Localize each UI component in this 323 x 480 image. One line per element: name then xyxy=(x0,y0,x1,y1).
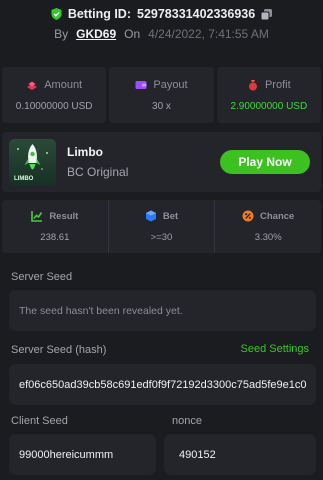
profit-value: 2.90000000 USD xyxy=(230,100,308,112)
result-label-row: Result xyxy=(31,210,78,222)
betting-id-label: Betting ID: xyxy=(67,7,131,21)
payout-value: 30 x xyxy=(152,100,171,112)
profit-stat: Profit 2.90000000 USD xyxy=(216,67,321,123)
play-now-button[interactable]: Play Now xyxy=(220,150,310,174)
bet-label-row: Bet xyxy=(145,210,178,222)
dice-icon xyxy=(145,210,156,222)
wallet-icon xyxy=(135,80,147,89)
bet-header: Betting ID: 52978331402336936 By GKD69 O… xyxy=(0,0,323,41)
payout-label-row: Payout xyxy=(135,78,188,91)
nonce-field[interactable]: 490152 xyxy=(164,434,316,475)
user-link[interactable]: GKD69 xyxy=(76,27,116,41)
result-label: Result xyxy=(49,210,79,222)
client-seed-label: Client Seed xyxy=(11,415,68,427)
game-info: Limbo BC Original xyxy=(67,145,128,179)
server-hash-field[interactable]: ef06c650ad39cb58c691edf0f9f72192d3300c75… xyxy=(9,364,316,405)
bet-stats: Amount 0.10000000 USD Payout 30 x Profit… xyxy=(2,67,321,123)
money-bag-icon xyxy=(248,79,257,90)
thumbnail-word: LIMBO xyxy=(14,175,34,182)
client-seed-field[interactable]: 99000hereicummm xyxy=(9,434,156,475)
seed-settings-link[interactable]: Seed Settings xyxy=(241,343,310,355)
chance-value: 3.30% xyxy=(254,232,282,243)
copy-icon[interactable] xyxy=(261,8,273,20)
profit-label-row: Profit xyxy=(247,79,291,91)
amount-value: 0.10000000 USD xyxy=(15,100,93,112)
game-subtitle: BC Original xyxy=(67,165,129,179)
payout-stat: Payout 30 x xyxy=(109,67,214,123)
chart-icon xyxy=(31,211,43,222)
chance-column: Chance 3.30% xyxy=(215,200,321,253)
bet-date: 4/24/2022, 7:41:55 AM xyxy=(148,27,269,41)
profit-label: Profit xyxy=(264,78,291,91)
server-seed-field: The seed hasn't been revealed yet. xyxy=(9,290,316,331)
amount-stat: Amount 0.10000000 USD xyxy=(2,67,107,123)
bet-column: Bet >=30 xyxy=(109,200,216,253)
payout-label: Payout xyxy=(153,78,188,91)
amount-label: Amount xyxy=(44,78,83,91)
nonce-label: nonce xyxy=(172,415,202,427)
bet-label: Bet xyxy=(162,210,179,222)
chance-label: Chance xyxy=(260,210,295,222)
betting-id-value: 52978331402336936 xyxy=(137,7,256,21)
game-name: Limbo xyxy=(67,145,103,159)
limbo-thumbnail[interactable]: LIMBO xyxy=(9,138,56,186)
betting-id-line: Betting ID: 52978331402336936 xyxy=(0,6,323,22)
server-seed-label: Server Seed xyxy=(11,271,73,283)
on-label: On xyxy=(124,27,141,41)
result-column: Result 238.61 xyxy=(2,200,109,253)
game-card: LIMBO Limbo BC Original Play Now xyxy=(2,132,321,192)
result-panel: Result 238.61 Bet >=30 Chance 3.30% xyxy=(2,200,321,253)
shield-check-icon xyxy=(51,8,62,20)
amount-label-row: Amount xyxy=(26,79,82,91)
coins-icon xyxy=(27,81,38,90)
result-value: 238.61 xyxy=(40,232,70,243)
bettor-line: By GKD69 On 4/24/2022, 7:41:55 AM xyxy=(0,27,323,41)
by-label: By xyxy=(54,27,69,41)
server-hash-label: Server Seed (hash) xyxy=(11,344,107,356)
percent-icon xyxy=(242,210,254,222)
bet-value: >=30 xyxy=(150,232,173,243)
chance-label-row: Chance xyxy=(242,210,294,222)
